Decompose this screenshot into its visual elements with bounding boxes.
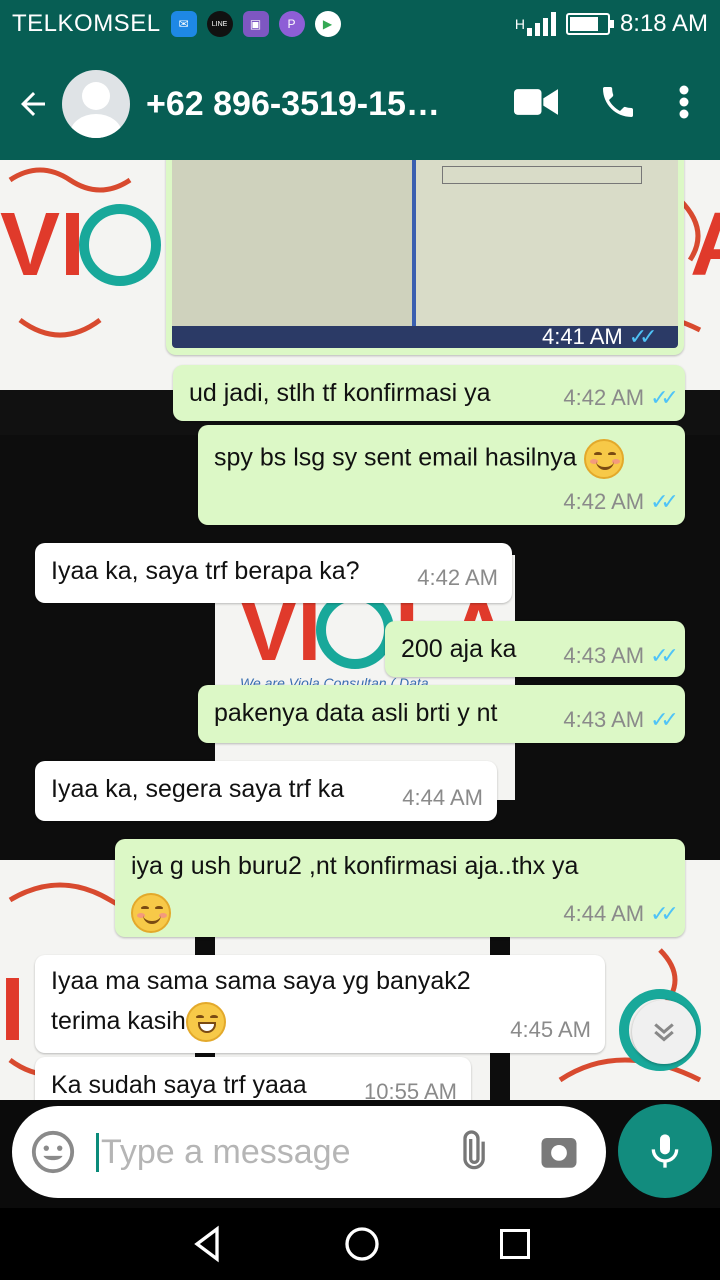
svg-text:I: I: [0, 960, 25, 1060]
nav-home-icon[interactable]: [342, 1224, 382, 1264]
message-meta: 10:55 AM: [364, 1079, 457, 1100]
photo-thumbnail[interactable]: 4:41 AM ✓✓: [172, 160, 678, 348]
message-notification-icon: ✉: [170, 11, 197, 37]
line-today-icon: LINE: [206, 11, 233, 37]
avatar[interactable]: [62, 70, 130, 138]
read-ticks-icon: ✓✓: [650, 901, 679, 926]
message-text: Iyaa ka, saya trf berapa ka?: [51, 557, 360, 585]
status-bar: TELKOMSEL ✉ LINE ▣ P ▶ H 8:18 AM: [0, 0, 720, 48]
message-outgoing[interactable]: pakenya data asli brti y nt 4:43 AM ✓✓: [198, 685, 685, 743]
message-text: Iyaa ma sama sama saya yg banyak2: [51, 967, 471, 995]
signal-icon: [526, 12, 556, 36]
chat-header: +62 896-3519-15…: [0, 48, 720, 160]
message-text: Iyaa ka, segera saya trf ka: [51, 775, 345, 803]
system-nav-bar: [0, 1208, 720, 1280]
read-ticks-icon: ✓✓: [650, 385, 679, 410]
message-meta: 4:43 AM ✓✓: [563, 707, 679, 732]
gallery-icon: ▣: [242, 11, 269, 37]
svg-text:A: A: [690, 195, 720, 295]
nav-recents-icon[interactable]: [497, 1226, 533, 1262]
contact-name[interactable]: +62 896-3519-15…: [146, 85, 446, 124]
message-text: 200 aja ka: [401, 635, 517, 663]
message-text-line2: terima kasih: [51, 1007, 186, 1035]
attach-icon[interactable]: [450, 1130, 494, 1174]
read-ticks-icon: ✓✓: [650, 489, 679, 514]
clock: 8:18 AM: [619, 10, 708, 37]
message-meta: 4:43 AM ✓✓: [563, 643, 679, 668]
message-meta: 4:42 AM: [417, 565, 498, 590]
read-ticks-icon: ✓✓: [650, 707, 679, 732]
message-meta: 4:42 AM ✓✓: [563, 385, 679, 410]
emoji-icon[interactable]: [30, 1129, 76, 1175]
message-outgoing[interactable]: ud jadi, stlh tf konfirmasi ya 4:42 AM ✓✓: [173, 365, 685, 421]
double-chevron-down-icon: [654, 1023, 674, 1042]
message-text: iya g ush buru2 ,nt konfirmasi aja..thx …: [131, 852, 579, 880]
message-outgoing[interactable]: spy bs lsg sy sent email hasilnya 4:42 A…: [198, 425, 685, 525]
more-vert-icon[interactable]: [678, 84, 690, 125]
message-incoming[interactable]: Iyaa ma sama sama saya yg banyak2 terima…: [35, 955, 605, 1053]
message-text: pakenya data asli brti y nt: [214, 699, 498, 727]
message-text: ud jadi, stlh tf konfirmasi ya: [189, 379, 491, 407]
message-meta: 4:44 AM: [402, 785, 483, 810]
message-meta: 4:41 AM ✓✓: [542, 324, 658, 348]
message-meta: 4:42 AM ✓✓: [563, 489, 679, 514]
smiling-emoji-icon: [131, 893, 171, 934]
message-placeholder: Type a message: [96, 1132, 350, 1172]
message-text: spy bs lsg sy sent email hasilnya: [214, 443, 577, 472]
composer-bar: Type a message: [0, 1100, 720, 1208]
wallpaper-logo: VI: [0, 195, 85, 295]
scroll-to-bottom-button[interactable]: [632, 1000, 696, 1064]
read-ticks-icon: ✓✓: [628, 324, 658, 348]
message-meta: 4:45 AM: [510, 1017, 591, 1042]
message-outgoing[interactable]: 200 aja ka 4:43 AM ✓✓: [385, 621, 685, 677]
video-call-icon[interactable]: [514, 87, 558, 122]
message-text: Ka sudah saya trf yaaa: [51, 1071, 307, 1099]
message-meta: 4:44 AM ✓✓: [563, 901, 679, 926]
read-ticks-icon: ✓✓: [650, 643, 679, 668]
image-message[interactable]: 4:41 AM ✓✓: [166, 160, 684, 355]
chat-area[interactable]: VI A VI LA We are Viola Consultan ( Data…: [0, 160, 720, 1100]
camera-icon[interactable]: [538, 1131, 580, 1173]
message-incoming[interactable]: Ka sudah saya trf yaaa 10:55 AM: [35, 1057, 471, 1100]
message-incoming[interactable]: Iyaa ka, saya trf berapa ka? 4:42 AM: [35, 543, 512, 603]
notification-icons: ✉ LINE ▣ P ▶: [170, 11, 341, 37]
smiling-emoji-icon: [583, 439, 624, 479]
network-type: H: [514, 16, 525, 32]
grinning-emoji-icon: [185, 1002, 226, 1043]
nav-back-icon[interactable]: [187, 1224, 227, 1264]
phone-icon[interactable]: [598, 82, 638, 127]
message-input[interactable]: Type a message: [12, 1106, 606, 1198]
battery-icon: [565, 13, 614, 35]
message-incoming[interactable]: Iyaa ka, segera saya trf ka 4:44 AM: [35, 761, 497, 821]
voice-record-button[interactable]: [618, 1104, 712, 1198]
carrier-name: TELKOMSEL: [12, 10, 161, 37]
microphone-icon: [651, 1134, 679, 1168]
p-app-icon: P: [278, 11, 305, 37]
play-store-icon: ▶: [314, 11, 341, 37]
back-arrow-icon[interactable]: [4, 86, 62, 122]
message-outgoing[interactable]: iya g ush buru2 ,nt konfirmasi aja..thx …: [115, 839, 685, 937]
